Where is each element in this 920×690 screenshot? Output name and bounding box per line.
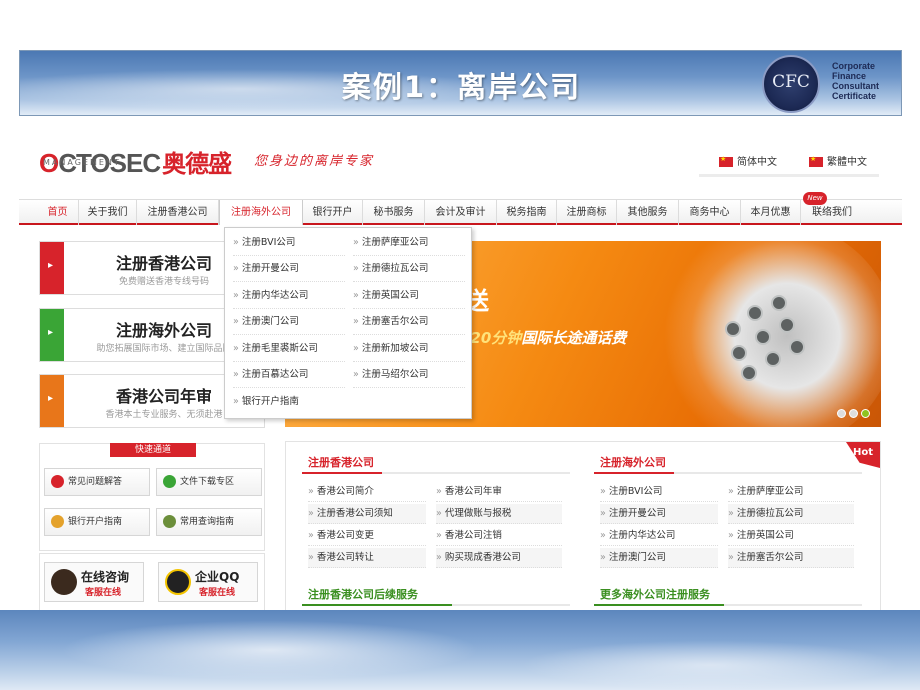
hk-link[interactable]: 代理做账与报税 (436, 504, 562, 524)
download-icon (163, 475, 176, 488)
overseas-link[interactable]: 注册BVI公司 (600, 482, 718, 502)
arrow-right-icon (40, 309, 64, 361)
lang-simplified-link[interactable]: 简体中文 (719, 153, 777, 168)
cfc-seal-logo: CFC (762, 55, 820, 113)
china-flag-icon (719, 155, 733, 167)
overseas-link[interactable]: 注册开曼公司 (600, 504, 718, 524)
header-divider (699, 174, 879, 177)
lang-traditional-link[interactable]: 繁體中文 (809, 153, 867, 168)
hk-link[interactable]: 香港公司转让 (308, 548, 426, 568)
overseas-link[interactable]: 注册德拉瓦公司 (728, 504, 854, 524)
agent-avatar-icon (51, 569, 77, 595)
dropdown-item[interactable]: 注册新加坡公司 (353, 336, 465, 362)
dropdown-item[interactable]: 银行开户指南 (233, 389, 345, 415)
question-icon (51, 475, 64, 488)
nav-other-services[interactable]: 其他服务 (617, 200, 679, 225)
dropdown-item[interactable]: 注册百慕达公司 (233, 362, 345, 388)
hk-link[interactable]: 香港公司变更 (308, 526, 426, 546)
hk-link[interactable]: 香港公司注销 (436, 526, 562, 546)
nav-register-hk[interactable]: 注册香港公司 (137, 200, 219, 225)
coins-icon (51, 515, 64, 528)
services-panel: Hot 注册香港公司 香港公司简介 香港公司年审 注册香港公司须知 代理做账与报… (285, 441, 881, 610)
nav-bank-account[interactable]: 银行开户 (303, 200, 363, 225)
nav-home[interactable]: 首页 (37, 200, 79, 225)
hk-link[interactable]: 购买现成香港公司 (436, 548, 562, 568)
nav-accounting[interactable]: 会计及审计 (425, 200, 497, 225)
query-guide-button[interactable]: 常用查询指南 (156, 508, 262, 536)
nav-about[interactable]: 关于我们 (79, 200, 137, 225)
user-query-icon (163, 515, 176, 528)
dropdown-item[interactable]: 注册澳门公司 (233, 309, 345, 335)
nav-monthly-offers[interactable]: 本月优惠 (741, 200, 801, 225)
overseas-link[interactable]: 注册英国公司 (728, 526, 854, 546)
site-slogan: 您身边的离岸专家 (254, 154, 375, 169)
nav-register-overseas[interactable]: 注册海外公司 (219, 200, 303, 225)
nav-trademark[interactable]: 注册商标 (557, 200, 617, 225)
hk-link[interactable]: 香港公司简介 (308, 482, 426, 502)
overseas-link[interactable]: 注册澳门公司 (600, 548, 718, 568)
overseas-dropdown-menu: 注册BVI公司 注册开曼公司 注册内华达公司 注册澳门公司 注册毛里裘斯公司 注… (224, 227, 472, 419)
website-screenshot: OCTOSEC奥德盛 MANAGEMENT 您身边的离岸专家 简体中文 繁體中文… (19, 128, 902, 610)
dropdown-item[interactable]: 注册开曼公司 (233, 256, 345, 282)
online-consult-button[interactable]: 在线咨询 客服在线 (44, 562, 144, 602)
dropdown-item[interactable]: 注册毛里裘斯公司 (233, 336, 345, 362)
dropdown-item[interactable]: 注册德拉瓦公司 (353, 256, 465, 282)
dropdown-item[interactable]: 注册萨摩亚公司 (353, 230, 465, 256)
overseas-panel-title[interactable]: 注册海外公司 (600, 454, 666, 470)
hk-flag-icon (809, 155, 823, 167)
dropdown-item[interactable]: 注册BVI公司 (233, 230, 345, 256)
bank-guide-button[interactable]: 银行开户指南 (44, 508, 150, 536)
arrow-right-icon (40, 242, 64, 294)
new-badge: New (803, 192, 827, 205)
main-nav: 首页 关于我们 注册香港公司 注册海外公司 银行开户 秘书服务 会计及审计 税务… (19, 192, 902, 225)
hk-followup-title[interactable]: 注册香港公司后续服务 (308, 586, 418, 602)
consult-panel: 在线咨询 客服在线 企业QQ 客服在线 (39, 553, 265, 610)
slider-dots[interactable] (837, 409, 873, 421)
phone-keypad-image (705, 291, 825, 381)
hk-link[interactable]: 注册香港公司须知 (308, 504, 426, 524)
hk-link[interactable]: 香港公司年审 (436, 482, 562, 502)
arrow-right-icon (40, 375, 64, 427)
overseas-link[interactable]: 注册塞舌尔公司 (728, 548, 854, 568)
promo-text: 720分钟国际长途通话费 (460, 329, 627, 347)
qq-consult-button[interactable]: 企业QQ 客服在线 (158, 562, 258, 602)
dropdown-item[interactable]: 注册内华达公司 (233, 283, 345, 309)
quick-access-panel: 快速通道 常见问题解答 文件下载专区 银行开户指南 常用查询指南 (39, 443, 265, 551)
nav-business-center[interactable]: 商务中心 (679, 200, 741, 225)
quick-access-tag: 快速通道 (110, 443, 196, 457)
dropdown-item[interactable]: 注册英国公司 (353, 283, 465, 309)
logo-subtitle: MANAGEMENT (43, 158, 121, 167)
hot-badge: Hot (846, 442, 880, 468)
faq-button[interactable]: 常见问题解答 (44, 468, 150, 496)
hk-panel-title[interactable]: 注册香港公司 (308, 454, 374, 470)
overseas-link[interactable]: 注册萨摩亚公司 (728, 482, 854, 502)
overseas-more-title[interactable]: 更多海外公司注册服务 (600, 586, 710, 602)
overseas-link[interactable]: 注册内华达公司 (600, 526, 718, 546)
downloads-button[interactable]: 文件下载专区 (156, 468, 262, 496)
slide-banner: 案例1：离岸公司 CFC Corporate Finance Consultan… (19, 50, 902, 116)
qq-penguin-icon (165, 569, 191, 595)
nav-tax-guide[interactable]: 税务指南 (497, 200, 557, 225)
dropdown-item[interactable]: 注册马绍尔公司 (353, 362, 465, 388)
cfc-certificate-text: Corporate Finance Consultant Certificate (832, 61, 879, 101)
nav-secretary[interactable]: 秘书服务 (363, 200, 425, 225)
slide-bottom-decoration (0, 610, 920, 690)
dropdown-item[interactable]: 注册塞舌尔公司 (353, 309, 465, 335)
